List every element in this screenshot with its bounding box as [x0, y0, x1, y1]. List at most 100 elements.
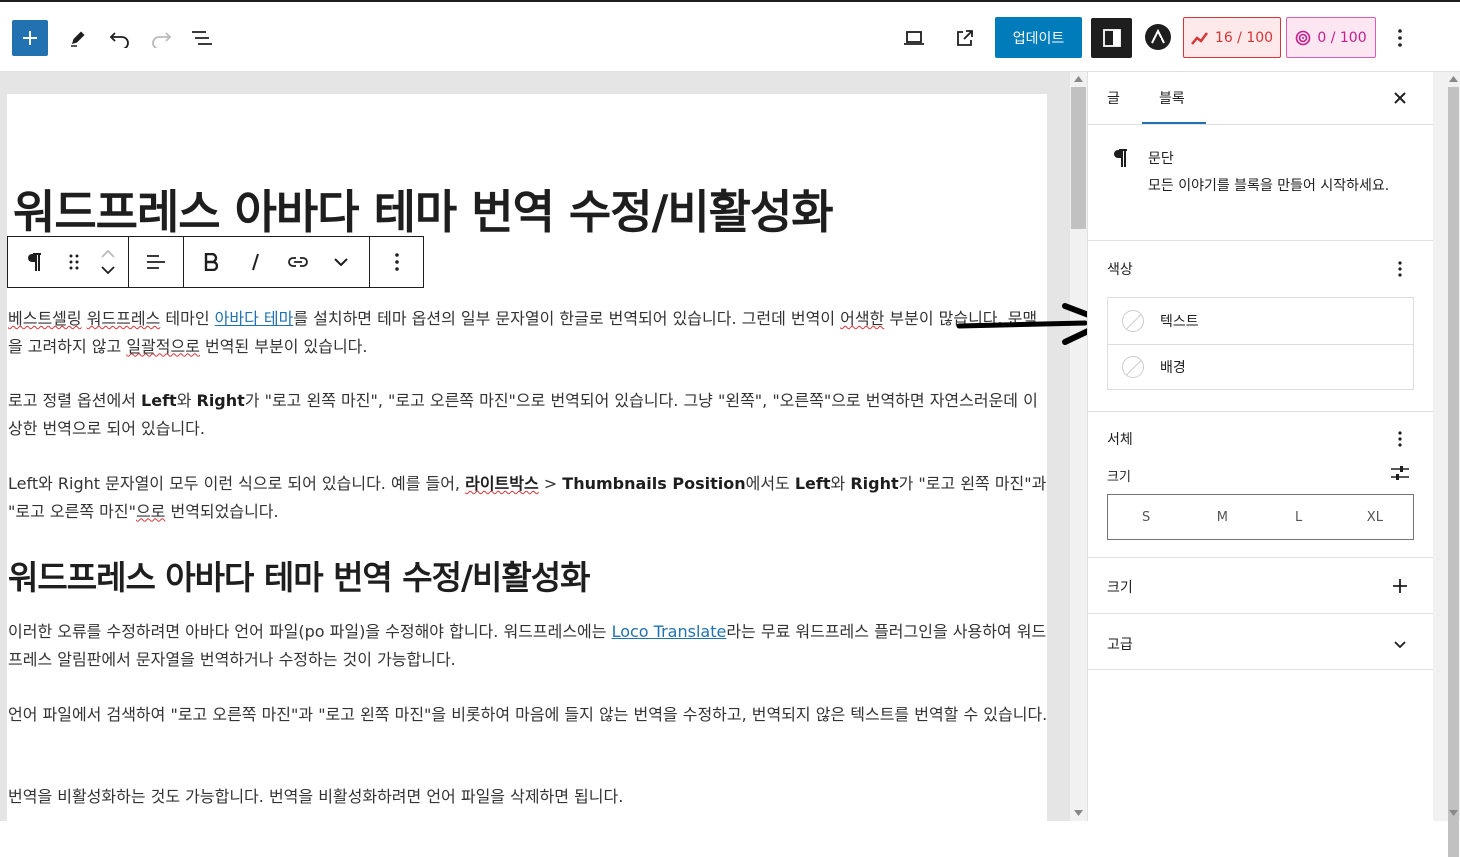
scroll-down-icon — [1074, 810, 1083, 816]
advanced-panel-title[interactable]: 고급 — [1107, 634, 1133, 654]
close-sidebar-button[interactable] — [1390, 88, 1410, 108]
paragraph-icon — [1114, 149, 1127, 167]
size-option-s[interactable]: S — [1108, 495, 1184, 539]
text-run: 베스트셀링 — [8, 309, 82, 328]
options-menu-button[interactable] — [1388, 20, 1412, 56]
update-button[interactable]: 업데이트 — [995, 17, 1082, 58]
readability-score-value: 0 / 100 — [1317, 29, 1367, 46]
drag-handle[interactable] — [60, 237, 88, 287]
empty-swatch-icon — [1122, 356, 1144, 378]
chevron-down-icon — [334, 258, 349, 266]
text-color-item[interactable]: 텍스트 — [1108, 298, 1413, 345]
avada-theme-link[interactable]: 아바다 테마 — [215, 309, 294, 328]
undo-button[interactable] — [106, 20, 134, 56]
block-mover[interactable] — [88, 237, 128, 287]
tools-button[interactable] — [64, 20, 92, 56]
sidebar-scrollbar-thumb[interactable] — [1448, 87, 1459, 857]
sidebar-scrollbar[interactable] — [1433, 72, 1460, 857]
size-option-xl[interactable]: XL — [1337, 495, 1413, 539]
bold-text: 라이트박스 — [465, 474, 539, 493]
paragraph-block[interactable]: Left와 Right 문자열이 모두 이런 식으로 되어 있습니다. 예를 들… — [8, 470, 1048, 525]
color-options-button[interactable] — [1390, 258, 1410, 280]
pencil-icon — [71, 31, 85, 47]
link-button[interactable] — [281, 237, 315, 287]
divider — [1088, 613, 1433, 614]
settings-sidebar-toggle[interactable] — [1091, 18, 1132, 58]
dimensions-panel-title[interactable]: 크기 — [1107, 577, 1133, 597]
seo-graph-icon — [1190, 31, 1208, 45]
paragraph-block[interactable]: 번역을 비활성화하는 것도 가능합니다. 번역을 비활성화하려면 언어 파일을 … — [8, 783, 1048, 811]
dimensions-add-button[interactable] — [1390, 576, 1410, 596]
divider — [1088, 557, 1433, 558]
post-title[interactable]: 워드프레스 아바다 테마 번역 수정/비활성화 — [13, 176, 834, 242]
text-run: 에서도 — [745, 474, 795, 493]
seo-score-value: 16 / 100 — [1214, 29, 1274, 46]
text-run: 으로 — [135, 501, 166, 521]
heading-block[interactable]: 워드프레스 아바다 테마 번역 수정/비활성화 — [8, 551, 590, 599]
typography-options-button[interactable] — [1390, 428, 1410, 450]
text-run: Left와 Right 문자열이 모두 이런 식으로 되어 있습니다. 예를 들… — [8, 474, 466, 493]
readability-icon — [1296, 30, 1311, 45]
text-run: 번역되었습니다. — [165, 501, 279, 521]
block-options-button[interactable] — [380, 237, 414, 287]
editor-scrollbar[interactable] — [1070, 72, 1087, 821]
plus-icon — [1393, 579, 1407, 593]
align-left-icon — [146, 255, 165, 269]
tab-post[interactable]: 글 — [1107, 72, 1120, 124]
add-block-button[interactable] — [12, 20, 48, 56]
tab-block[interactable]: 블록 — [1159, 72, 1185, 124]
bold-button[interactable] — [194, 237, 228, 287]
text-run: 와 — [830, 474, 851, 493]
more-vertical-icon — [394, 253, 399, 271]
settings-sliders-icon — [1391, 466, 1409, 480]
block-card-description: 모든 이야기를 블록을 만들어 시작하세요. — [1148, 178, 1390, 194]
divider — [1088, 411, 1433, 412]
size-option-l[interactable]: L — [1261, 495, 1337, 539]
empty-swatch-icon — [1122, 310, 1144, 332]
size-option-m[interactable]: M — [1184, 495, 1260, 539]
move-down-icon[interactable] — [101, 266, 115, 274]
redo-button[interactable] — [147, 20, 175, 56]
paragraph-block[interactable]: 이러한 오류를 수정하려면 아바다 언어 파일(po 파일)을 수정해야 합니다… — [8, 618, 1048, 673]
block-toolbar-group-align — [129, 237, 184, 287]
drag-handle-icon — [69, 254, 79, 270]
font-size-picker: S M L XL — [1107, 494, 1414, 540]
text-color-label: 텍스트 — [1160, 314, 1199, 330]
paragraph-block[interactable]: 로고 정렬 옵션에서 Left와 Right가 "로고 왼쪽 마진", "로고 … — [8, 387, 1048, 442]
background-color-item[interactable]: 배경 — [1108, 344, 1413, 390]
background-color-label: 배경 — [1160, 360, 1186, 376]
align-text-button[interactable] — [139, 237, 173, 287]
block-toolbar-group-options — [370, 237, 423, 287]
color-panel-title: 색상 — [1107, 262, 1133, 278]
chevron-down-icon — [1394, 640, 1406, 648]
italic-button[interactable] — [238, 237, 272, 287]
custom-size-button[interactable] — [1389, 463, 1411, 483]
block-type-button[interactable] — [8, 237, 60, 287]
loco-translate-link[interactable]: Loco Translate — [612, 622, 727, 641]
more-formatting-button[interactable] — [324, 237, 358, 287]
divider — [1088, 240, 1433, 241]
move-up-icon[interactable] — [101, 250, 115, 258]
text-run: 일괄적으로 — [126, 336, 200, 356]
block-toolbar — [7, 236, 424, 288]
readability-score-button[interactable]: 0 / 100 — [1286, 17, 1376, 58]
bold-text: Left — [141, 391, 177, 410]
seo-score-button[interactable]: 16 / 100 — [1183, 17, 1281, 58]
paragraph-block[interactable]: 베스트셀링 워드프레스 테마인 아바다 테마를 설치하면 테마 옵션의 일부 문… — [8, 305, 1048, 360]
document-overview-button[interactable] — [188, 20, 216, 56]
text-run: 이러한 오류를 수정하려면 아바다 언어 파일(po 파일)을 수정해야 합니다… — [8, 622, 612, 641]
advanced-toggle-button[interactable] — [1390, 634, 1410, 654]
paragraph-block[interactable]: 언어 파일에서 검색하여 "로고 오른쪽 마진"과 "로고 왼쪽 마진"을 비롯… — [8, 701, 1048, 729]
preview-button[interactable] — [900, 20, 928, 56]
text-run: 워드프레스 — [86, 309, 161, 328]
redo-icon — [152, 32, 172, 48]
plus-icon — [23, 31, 37, 45]
scroll-up-icon — [1449, 76, 1458, 82]
scroll-down-icon — [1449, 810, 1458, 816]
view-post-button[interactable] — [951, 20, 979, 56]
more-vertical-icon — [1398, 431, 1402, 447]
astra-settings-button[interactable] — [1145, 24, 1171, 50]
text-run: 테마인 — [160, 309, 215, 328]
editor-scrollbar-thumb[interactable] — [1071, 87, 1086, 229]
link-icon — [288, 257, 308, 267]
